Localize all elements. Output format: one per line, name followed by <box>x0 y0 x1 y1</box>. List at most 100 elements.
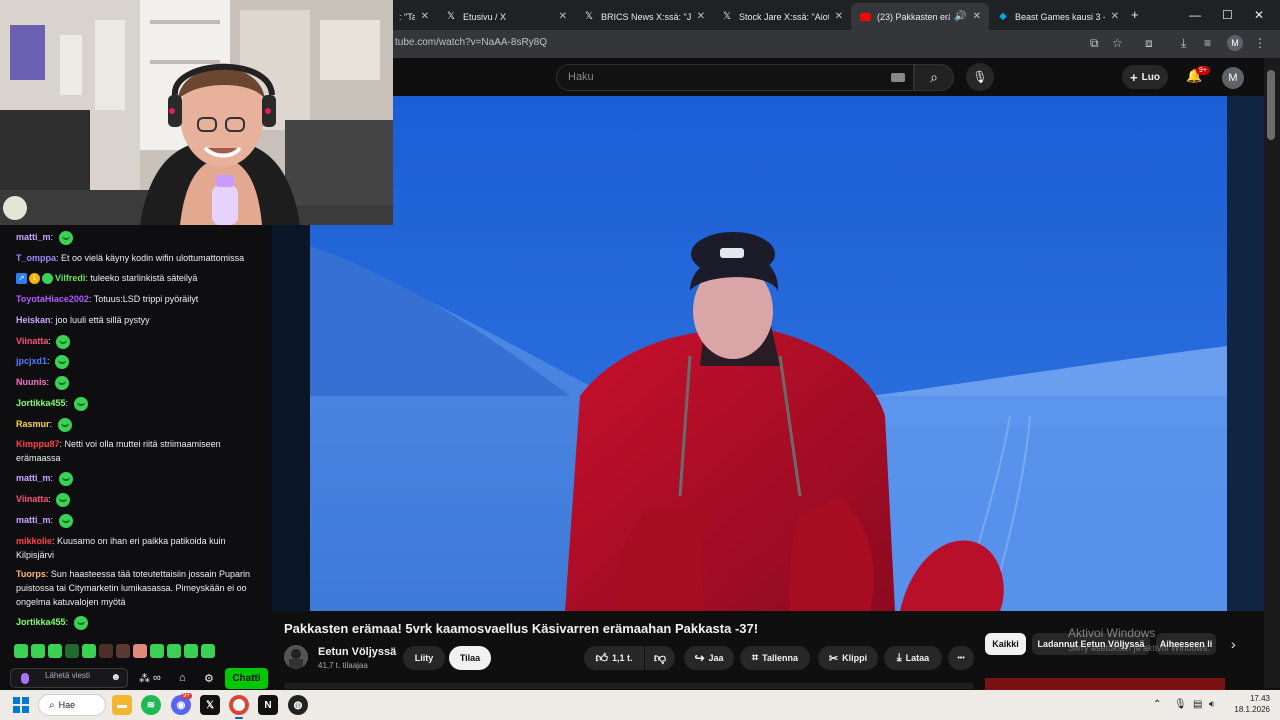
chat-username[interactable]: Jortikka455 <box>16 617 66 627</box>
menu-kebab-icon[interactable]: ⋮ <box>1254 36 1266 50</box>
speaker-icon[interactable]: 🔊 <box>954 11 966 22</box>
new-tab-button[interactable]: + <box>1131 7 1139 22</box>
chevron-right-icon[interactable]: › <box>1231 636 1236 652</box>
search-button[interactable]: ⌕ <box>914 64 954 91</box>
keyboard-icon[interactable] <box>891 73 905 82</box>
tab-stock-jare[interactable]: 𝕏 Stock Jare X:ssä: "Aiotko ✕ <box>713 3 851 30</box>
emoji-icon[interactable]: ☻ <box>110 672 121 683</box>
search-input[interactable]: Haku <box>568 71 594 83</box>
subscribe-button[interactable]: Tilaa <box>449 646 491 670</box>
video-player[interactable] <box>272 96 1264 611</box>
more-actions-button[interactable]: ••• <box>948 646 974 670</box>
create-button[interactable]: + Luo <box>1122 65 1168 89</box>
channel-name[interactable]: Eetun Völjyssä <box>318 646 396 658</box>
chat-username[interactable]: Nuunis <box>16 377 47 387</box>
emote-icon[interactable] <box>99 644 113 658</box>
file-explorer-icon[interactable]: ▬ <box>112 695 132 715</box>
bookmark-star-icon[interactable]: ☆ <box>1112 36 1123 50</box>
obs-icon[interactable]: ◍ <box>288 695 308 715</box>
tab-brics-news[interactable]: 𝕏 BRICS News X:ssä: "JUST I ✕ <box>575 3 713 30</box>
wifi-icon[interactable]: ▤ <box>1193 699 1202 710</box>
x-app-icon[interactable]: 𝕏 <box>200 695 220 715</box>
extensions-icon[interactable]: ⧈ <box>1145 36 1153 51</box>
page-scrollbar[interactable] <box>1264 58 1280 688</box>
emote-icon[interactable] <box>31 644 45 658</box>
emote-icon[interactable] <box>82 644 96 658</box>
chat-message: Nuunis: <box>16 375 260 390</box>
chrome-icon[interactable] <box>229 695 249 715</box>
minimize-icon[interactable]: — <box>1189 8 1201 22</box>
close-icon[interactable]: ✕ <box>697 11 705 22</box>
chat-username[interactable]: Heiskan <box>16 315 51 325</box>
taskbar-search[interactable]: ⌕ Hae <box>38 694 106 716</box>
close-icon[interactable]: ✕ <box>973 11 981 22</box>
tab-x-home[interactable]: 𝕏 Etusivu / X ✕ <box>437 3 575 30</box>
chat-username[interactable]: jpcjxd1 <box>16 356 47 366</box>
chat-username[interactable]: Jortikka455 <box>16 398 66 408</box>
tray-mic-icon[interactable]: 🎙︎ <box>1174 699 1187 710</box>
install-app-icon[interactable]: ⧉ <box>1090 36 1099 51</box>
search-box[interactable]: Haku <box>556 64 914 91</box>
url-field[interactable]: tube.com/watch?v=NaAA-8sRy8Q <box>395 37 547 48</box>
voice-search-button[interactable]: 🎙 <box>966 63 994 91</box>
chat-username[interactable]: T_omppa <box>16 253 56 263</box>
emote-icon[interactable] <box>116 644 130 658</box>
chat-username[interactable]: Vilfredi <box>55 273 85 283</box>
tab-x-post-1[interactable]: : "Tar ✕ <box>391 3 437 30</box>
like-button[interactable]: 👍︎ 1,1 t. <box>584 646 644 670</box>
chat-username[interactable]: Kimppu87 <box>16 439 60 449</box>
youtube-avatar[interactable]: M <box>1222 67 1244 89</box>
download-icon[interactable]: ⤓ <box>1181 36 1186 51</box>
close-icon[interactable]: ✕ <box>835 11 843 22</box>
related-video-thumbnail[interactable] <box>985 678 1225 690</box>
emote-icon[interactable] <box>14 644 28 658</box>
scroll-thumb[interactable] <box>1267 70 1275 140</box>
emote-icon[interactable] <box>133 644 147 658</box>
microphone-icon[interactable] <box>21 673 29 684</box>
chat-username[interactable]: mikkolie <box>16 536 52 546</box>
emote-icon[interactable] <box>201 644 215 658</box>
profile-avatar[interactable]: M <box>1227 35 1243 51</box>
chat-username[interactable]: ToyotaHiace2002 <box>16 294 89 304</box>
chat-username[interactable]: Viinatta <box>16 494 48 504</box>
media-control-icon[interactable]: ≡ <box>1204 36 1211 50</box>
video-frame[interactable] <box>310 96 1227 611</box>
clip-button[interactable]: ✂ Klippi <box>818 646 878 670</box>
channel-points-icon[interactable]: ⁂ <box>139 672 150 685</box>
taskbar-clock[interactable]: 17.43 18.1.2026 <box>1228 693 1270 715</box>
chip-all[interactable]: Kaikki <box>985 633 1026 655</box>
close-icon[interactable]: ✕ <box>421 11 429 22</box>
emote-icon[interactable] <box>65 644 79 658</box>
emote-icon[interactable] <box>48 644 62 658</box>
download-button[interactable]: ⤓ Lataa <box>884 646 942 670</box>
chat-username[interactable]: matti_m <box>16 232 51 242</box>
chat-username[interactable]: Rasmur <box>16 419 50 429</box>
volume-icon[interactable]: 🔉︎ <box>1209 699 1215 710</box>
gift-icon[interactable]: ⌂ <box>179 672 186 684</box>
maximize-icon[interactable]: ☐ <box>1222 8 1233 22</box>
chat-username[interactable]: Tuorps <box>16 569 46 579</box>
notion-icon[interactable]: N <box>258 695 278 715</box>
tab-youtube-active[interactable]: (23) Pakkasten erämaa 🔊 ✕ <box>851 3 989 30</box>
chat-input[interactable]: Lähetä viesti ☻ <box>10 668 128 688</box>
emote-icon[interactable] <box>167 644 181 658</box>
chat-send-button[interactable]: Chatti <box>225 668 268 689</box>
windows-start-icon[interactable] <box>13 697 29 713</box>
chat-username[interactable]: matti_m <box>16 515 51 525</box>
join-button[interactable]: Liity <box>403 646 445 670</box>
emote-icon[interactable] <box>150 644 164 658</box>
save-button[interactable]: ⌗ Tallenna <box>740 646 810 670</box>
tray-overflow-chevron-icon[interactable]: ⌃ <box>1153 699 1161 710</box>
close-icon[interactable]: ✕ <box>559 11 567 22</box>
tab-beast-games[interactable]: ◆ Beast Games kausi 3 - Ed ✕ <box>989 3 1127 30</box>
settings-gear-icon[interactable]: ⚙ <box>204 672 214 685</box>
dislike-button[interactable]: 👎︎ <box>645 646 675 670</box>
emote-icon[interactable] <box>184 644 198 658</box>
chat-username[interactable]: Viinatta <box>16 336 48 346</box>
share-button[interactable]: ↪ Jaa <box>684 646 734 670</box>
window-close-icon[interactable]: ✕ <box>1254 8 1264 22</box>
channel-avatar[interactable] <box>284 645 308 669</box>
close-icon[interactable]: ✕ <box>1111 11 1119 22</box>
spotify-icon[interactable]: ≋ <box>141 695 161 715</box>
chat-username[interactable]: matti_m <box>16 473 51 483</box>
